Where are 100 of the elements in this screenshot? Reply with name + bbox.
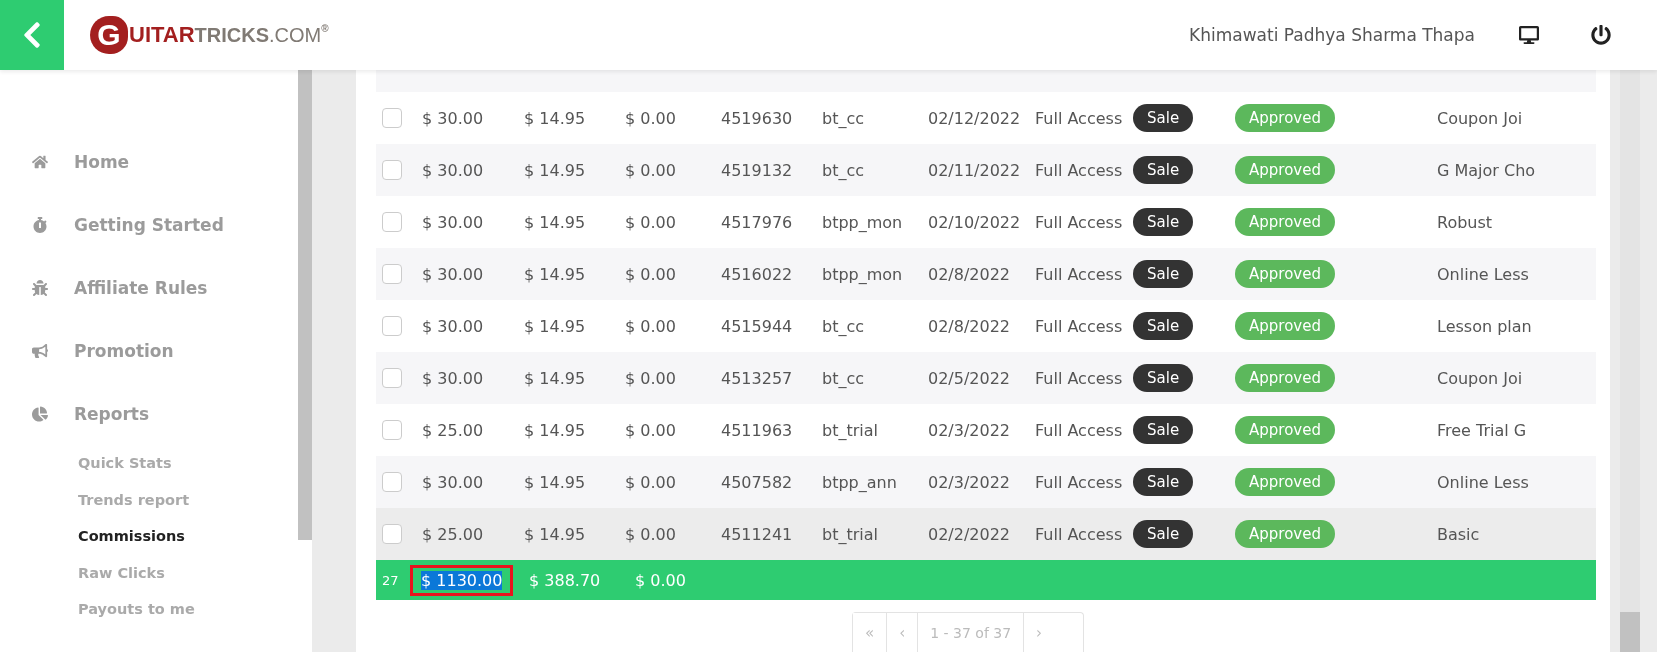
type-badge: Sale xyxy=(1133,416,1194,444)
table-cell-text: Robust xyxy=(1436,212,1494,232)
table-cell-text: $ 14.95 xyxy=(523,264,587,284)
status-badge: Approved xyxy=(1235,312,1335,340)
table-cell-text: 4517976 xyxy=(720,212,794,232)
total-amount: $ 388.70 xyxy=(528,570,602,590)
nav-label: Promotion xyxy=(74,340,174,361)
table-cell-text: Full Access xyxy=(1034,108,1124,128)
table-cell-text: bt_cc xyxy=(821,108,866,128)
type-badge: Sale xyxy=(1133,208,1194,236)
total-amount: $ 0.00 xyxy=(634,570,687,590)
first-page-button[interactable]: « xyxy=(853,613,888,652)
type-badge: Sale xyxy=(1133,104,1194,132)
table-cell-text: bt_cc xyxy=(821,316,866,336)
user-name: Khimawati Padhya Sharma Thapa xyxy=(1189,25,1475,45)
table-cell-text: $ 0.00 xyxy=(624,316,677,336)
table-cell-text: $ 30.00 xyxy=(421,108,485,128)
nav-item[interactable]: Affiliate Rules xyxy=(0,256,298,319)
table-cell-text: 4516022 xyxy=(720,264,794,284)
nav-label: Getting Started xyxy=(74,214,224,235)
status-badge: Approved xyxy=(1235,104,1335,132)
status-badge: Approved xyxy=(1235,156,1335,184)
table-cell-text: Coupon Joi xyxy=(1436,368,1524,388)
table-cell-text: 4515944 xyxy=(720,316,794,336)
row-checkbox[interactable] xyxy=(382,472,402,492)
table-cell-text: 02/11/2022 xyxy=(927,160,1022,180)
row-checkbox[interactable] xyxy=(382,108,402,128)
nav-subitem[interactable]: Raw Clicks xyxy=(0,554,298,591)
row-checkbox[interactable] xyxy=(382,524,402,544)
table-cell-text: $ 14.95 xyxy=(523,160,587,180)
type-badge: Sale xyxy=(1133,312,1194,340)
type-badge: Sale xyxy=(1133,156,1194,184)
table-cell-text: $ 0.00 xyxy=(624,108,677,128)
table-cell-text: Online Less xyxy=(1436,472,1530,492)
nav-item[interactable]: Reports xyxy=(0,382,298,445)
table-cell-text: Lesson plan xyxy=(1436,316,1533,336)
row-checkbox[interactable] xyxy=(382,420,402,440)
table-cell-text: Full Access xyxy=(1034,368,1124,388)
table-cell-text: 4507582 xyxy=(720,472,794,492)
nav-label: Home xyxy=(74,151,130,172)
table-cell-text: bt_cc xyxy=(821,160,866,180)
table-cell-text: btpp_mon xyxy=(821,264,904,284)
row-checkbox[interactable] xyxy=(382,264,402,284)
nav-subitem[interactable]: Trends report xyxy=(0,481,298,518)
status-badge: Approved xyxy=(1235,208,1335,236)
table-cell-text: 02/5/2022 xyxy=(927,368,1012,388)
type-badge: Sale xyxy=(1133,260,1194,288)
status-badge: Approved xyxy=(1235,364,1335,392)
nav-subitem[interactable]: Quick Stats xyxy=(0,445,298,482)
logo: G UITARTRICKS.COM® xyxy=(90,15,329,55)
row-checkbox[interactable] xyxy=(382,368,402,388)
scrollbar-thumb[interactable] xyxy=(298,70,312,540)
back-button[interactable] xyxy=(0,0,64,70)
table-cell-text: $ 30.00 xyxy=(421,160,485,180)
type-badge: Sale xyxy=(1133,468,1194,496)
row-checkbox[interactable] xyxy=(382,316,402,336)
table-cell-text: 4519132 xyxy=(720,160,794,180)
table-cell-text: $ 0.00 xyxy=(624,472,677,492)
nav-label: Affiliate Rules xyxy=(74,277,208,298)
table-cell-text: $ 14.95 xyxy=(523,524,587,544)
row-checkbox[interactable] xyxy=(382,160,402,180)
table-cell-text: Full Access xyxy=(1034,264,1124,284)
table-cell-text: Basic xyxy=(1436,524,1481,544)
table-cell-text: Full Access xyxy=(1034,160,1124,180)
table-cell-text: $ 14.95 xyxy=(523,472,587,492)
nav-item[interactable]: Promotion xyxy=(0,319,298,382)
table-cell-text: $ 25.00 xyxy=(421,420,485,440)
table-cell-text: $ 30.00 xyxy=(421,264,485,284)
table-cell-text: 4511963 xyxy=(720,420,794,440)
table-cell-text: $ 14.95 xyxy=(523,108,587,128)
type-badge: Sale xyxy=(1133,520,1194,548)
table-cell-text: $ 0.00 xyxy=(624,368,677,388)
table-cell-text: 02/2/2022 xyxy=(927,524,1012,544)
table-cell-text: bt_trial xyxy=(821,524,879,544)
nav-item[interactable]: Getting Started xyxy=(0,193,298,256)
table-cell-text: Free Trial G xyxy=(1436,420,1528,440)
nav-subitem[interactable]: Payouts to me xyxy=(0,591,298,628)
table-cell-text: $ 0.00 xyxy=(624,264,677,284)
table-cell-text: 02/3/2022 xyxy=(927,420,1012,440)
status-badge: Approved xyxy=(1235,260,1335,288)
table-cell-text: Full Access xyxy=(1034,524,1124,544)
table-cell-text: Online Less xyxy=(1436,264,1530,284)
power-icon[interactable] xyxy=(1591,25,1611,45)
row-checkbox[interactable] xyxy=(382,212,402,232)
nav-subitem[interactable]: Commissions xyxy=(0,518,298,555)
table-cell-text: $ 14.95 xyxy=(523,420,587,440)
table-cell-text: 02/8/2022 xyxy=(927,264,1012,284)
status-badge: Approved xyxy=(1235,416,1335,444)
monitor-icon[interactable] xyxy=(1519,25,1539,45)
scrollbar-thumb[interactable] xyxy=(1620,612,1640,652)
table-cell-text: $ 0.00 xyxy=(624,212,677,232)
pie-chart-icon xyxy=(32,405,50,422)
bullhorn-icon xyxy=(32,342,50,359)
nav-item[interactable]: Home xyxy=(0,130,298,193)
table-cell-text: $ 30.00 xyxy=(421,472,485,492)
table-cell-text: Full Access xyxy=(1034,420,1124,440)
table-cell-text: 4511241 xyxy=(720,524,794,544)
table-cell-text: Full Access xyxy=(1034,472,1124,492)
table-cell-text: bt_cc xyxy=(821,368,866,388)
type-badge: Sale xyxy=(1133,364,1194,392)
